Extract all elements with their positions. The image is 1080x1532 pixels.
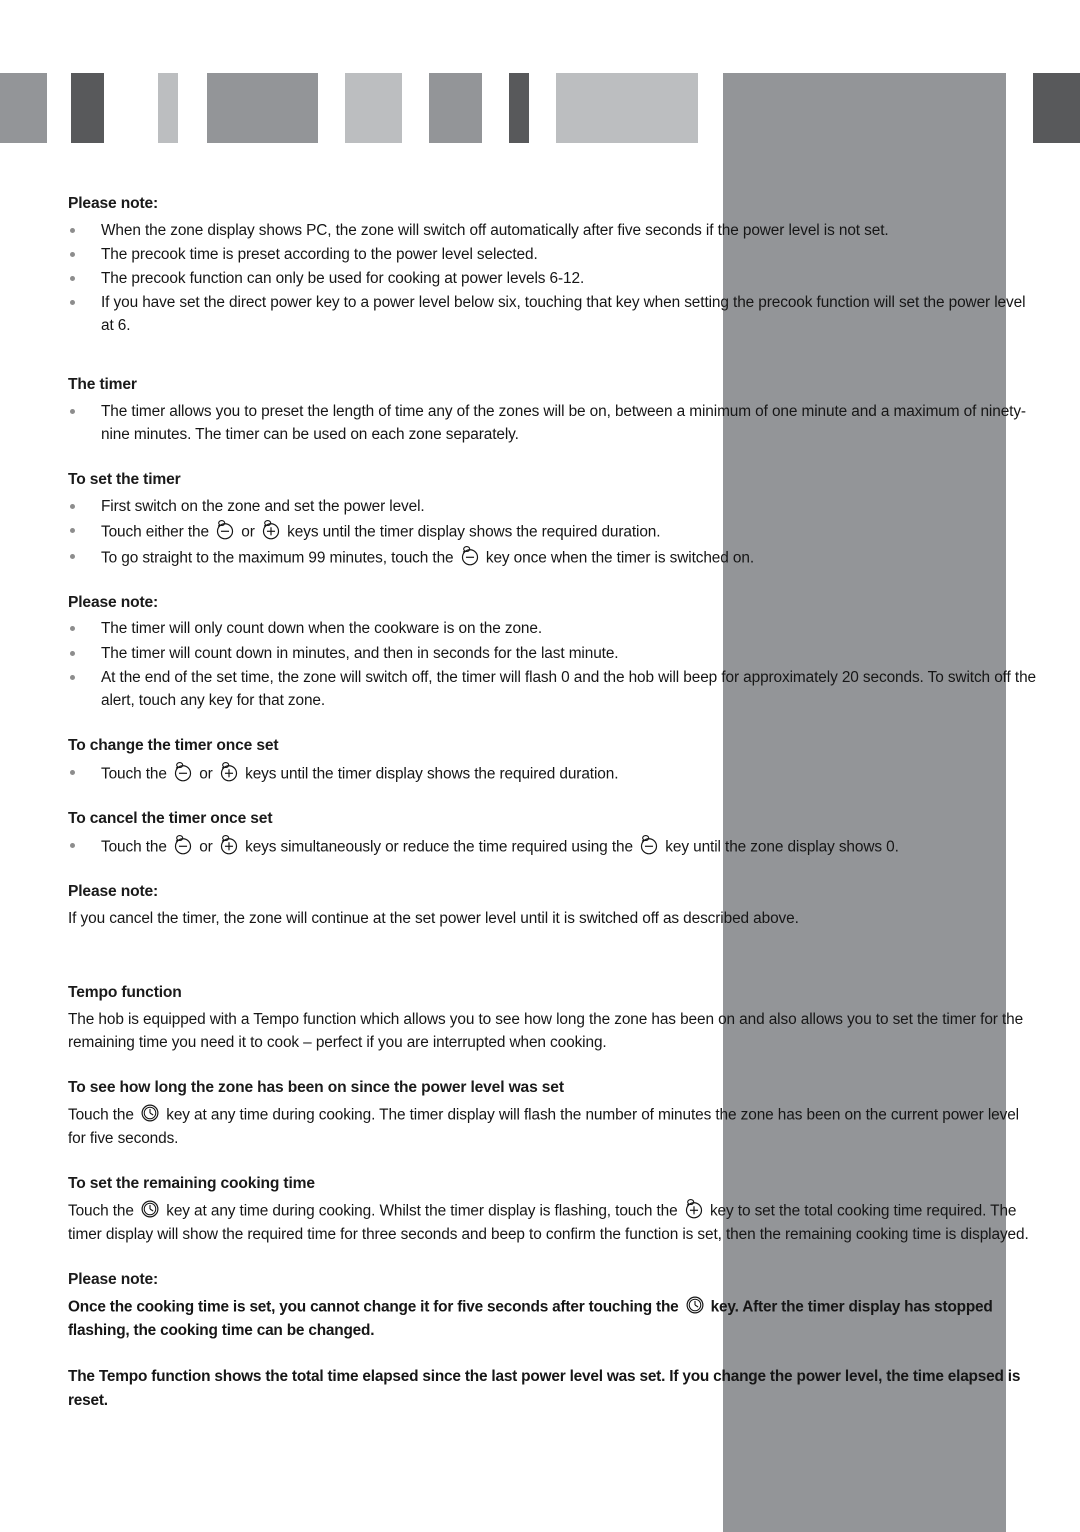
- bullet-dot-icon: [70, 650, 75, 656]
- list-item-text: keys until the timer display shows the r…: [287, 523, 661, 541]
- paragraph-bold: Once the cooking time is set, you cannot…: [68, 1294, 1040, 1343]
- list-item-text: Touch either the: [101, 523, 209, 541]
- section-heading: Please note:: [68, 883, 159, 901]
- section-heading: Tempo function: [68, 984, 182, 1002]
- section-heading: Please note:: [68, 195, 159, 212]
- bullet-dot-icon: [70, 842, 75, 848]
- timer-minus-key-icon: [172, 834, 194, 856]
- paragraph-text: Touch the: [68, 1106, 134, 1124]
- section-to-cancel-timer: To cancel the timer once set Touch the o…: [0, 808, 1080, 858]
- bullet-dot-icon: [70, 626, 75, 632]
- bullet-dot-icon: [70, 275, 75, 281]
- section-heading: To see how long the zone has been on sin…: [68, 1078, 564, 1096]
- paragraph-text: Touch the: [68, 1202, 134, 1220]
- list-item-text: The timer allows you to preset the lengt…: [101, 402, 1026, 444]
- paragraph: Touch the key at any time during cooking…: [68, 1198, 1040, 1247]
- bullet-list: The timer will only count down when the …: [68, 617, 1040, 712]
- list-item-text: key once when the timer is switched on.: [485, 548, 754, 566]
- bullet-dot-icon: [70, 408, 75, 414]
- bullet-dot-icon: [70, 553, 75, 559]
- section-heading: To cancel the timer once set: [68, 810, 273, 828]
- bullet-dot-icon: [70, 251, 75, 257]
- bullet-list: When the zone display shows PC, the zone…: [68, 219, 1040, 338]
- list-item-text: or: [199, 765, 213, 783]
- list-item-text: keys until the timer display shows the r…: [245, 765, 619, 783]
- list-item-text: or: [241, 523, 255, 541]
- list-item: The timer will count down in minutes, an…: [68, 642, 1040, 666]
- paragraph-text: key at any time during cooking. Whilst t…: [166, 1202, 678, 1220]
- list-item-text: When the zone display shows PC, the zone…: [101, 221, 889, 239]
- section-heading: Please note:: [68, 593, 159, 611]
- list-item-text: At the end of the set time, the zone wil…: [101, 668, 1036, 710]
- bullet-list: The timer allows you to preset the lengt…: [68, 400, 1040, 447]
- list-item: To go straight to the maximum 99 minutes…: [68, 545, 1040, 570]
- section-heading: Please note:: [68, 1270, 159, 1288]
- bullet-list: Touch the or keys simultaneously or redu…: [68, 834, 1040, 859]
- list-item: When the zone display shows PC, the zone…: [68, 219, 1040, 243]
- list-item-text: key until the zone display shows 0.: [665, 838, 899, 856]
- paragraph: If you cancel the timer, the zone will c…: [68, 909, 799, 927]
- tempo-clock-key-icon: [139, 1198, 161, 1220]
- list-item: At the end of the set time, the zone wil…: [68, 666, 1040, 713]
- bullet-dot-icon: [70, 528, 75, 534]
- list-item-text: The timer will count down in minutes, an…: [101, 644, 619, 662]
- section-to-change-timer: To change the timer once set Touch the o…: [0, 735, 1080, 785]
- list-item: The precook time is preset according to …: [68, 243, 1040, 267]
- timer-plus-key-icon: [218, 761, 240, 783]
- timer-plus-key-icon: [683, 1198, 705, 1220]
- list-item: Touch either the or keys until the timer…: [68, 519, 1040, 544]
- list-item: Touch the or keys until the timer displa…: [68, 761, 1040, 786]
- timer-minus-key-icon: [459, 545, 481, 567]
- list-item-text: The precook function can only be used fo…: [101, 269, 585, 287]
- bullet-dot-icon: [70, 227, 75, 233]
- list-item-text: The timer will only count down when the …: [101, 620, 543, 638]
- list-item-text: keys simultaneously or reduce the time r…: [245, 838, 633, 856]
- section-heading: To set the timer: [68, 471, 181, 489]
- list-item: The timer will only count down when the …: [68, 617, 1040, 641]
- section-to-set-the-timer: To set the timer First switch on the zon…: [0, 469, 1080, 569]
- list-item-text: If you have set the direct power key to …: [101, 293, 1026, 335]
- bullet-dot-icon: [70, 674, 75, 680]
- section-tempo-function: Tempo function The hob is equipped with …: [0, 982, 1080, 1055]
- tempo-clock-key-icon: [684, 1294, 706, 1316]
- timer-plus-key-icon: [218, 834, 240, 856]
- bullet-dot-icon: [70, 299, 75, 305]
- paragraph: Touch the key at any time during cooking…: [68, 1102, 1040, 1151]
- timer-minus-key-icon: [214, 519, 236, 541]
- list-item-text: Touch the: [101, 838, 167, 856]
- timer-minus-key-icon: [172, 761, 194, 783]
- section-to-see-how-long: To see how long the zone has been on sin…: [0, 1077, 1080, 1151]
- section-heading: The timer: [68, 376, 137, 394]
- section-to-set-remaining-cooking-time: To set the remaining cooking time Touch …: [0, 1173, 1080, 1247]
- list-item: Touch the or keys simultaneously or redu…: [68, 834, 1040, 859]
- paragraph-text: Once the cooking time is set, you cannot…: [68, 1298, 679, 1316]
- list-item-text: or: [199, 838, 213, 856]
- section-the-timer: The timer The timer allows you to preset…: [0, 374, 1080, 447]
- section-please-note-4: Please note: Once the cooking time is se…: [0, 1269, 1080, 1412]
- list-item-text: Touch the: [101, 765, 167, 783]
- list-item: The timer allows you to preset the lengt…: [68, 400, 1040, 447]
- list-item: If you have set the direct power key to …: [68, 291, 1040, 338]
- bullet-dot-icon: [70, 503, 75, 509]
- timer-plus-key-icon: [260, 519, 282, 541]
- section-heading: To change the timer once set: [68, 737, 279, 755]
- section-please-note-2: Please note: The timer will only count d…: [0, 592, 1080, 713]
- bullet-list: First switch on the zone and set the pow…: [68, 495, 1040, 569]
- document-content: Please note: When the zone display shows…: [0, 0, 1080, 1412]
- section-please-note-3: Please note: If you cancel the timer, th…: [0, 881, 1080, 930]
- paragraph: The hob is equipped with a Tempo functio…: [68, 1010, 1024, 1052]
- bullet-list: Touch the or keys until the timer displa…: [68, 761, 1040, 786]
- bullet-dot-icon: [70, 769, 75, 775]
- section-please-note-1: Please note: When the zone display shows…: [0, 193, 1080, 338]
- timer-minus-key-icon: [638, 834, 660, 856]
- list-item: The precook function can only be used fo…: [68, 267, 1040, 291]
- list-item-text: The precook time is preset according to …: [101, 245, 538, 263]
- tempo-clock-key-icon: [139, 1102, 161, 1124]
- list-item-text: To go straight to the maximum 99 minutes…: [101, 548, 454, 566]
- list-item: First switch on the zone and set the pow…: [68, 495, 1040, 519]
- section-heading: To set the remaining cooking time: [68, 1174, 315, 1192]
- list-item-text: First switch on the zone and set the pow…: [101, 497, 425, 515]
- paragraph-text: key at any time during cooking. The time…: [68, 1106, 1019, 1148]
- paragraph-bold: The Tempo function shows the total time …: [68, 1367, 1021, 1409]
